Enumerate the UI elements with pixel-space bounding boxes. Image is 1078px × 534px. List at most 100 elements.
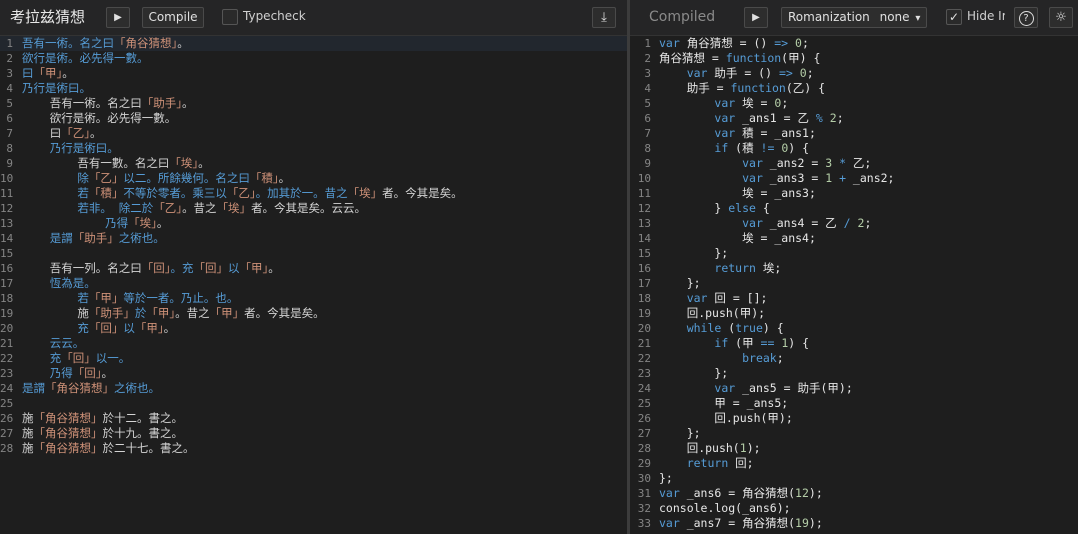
- code-line[interactable]: 18 var 回 = [];: [630, 291, 1078, 306]
- code-line[interactable]: 32 console.log(_ans6);: [630, 501, 1078, 516]
- code-line[interactable]: 21 云云。: [0, 336, 627, 351]
- code-token: 於十二。書之。: [102, 411, 184, 425]
- code-line[interactable]: 16 吾有一列。名之曰「回」。充「回」以「甲」。: [0, 261, 627, 276]
- code-line[interactable]: 27 };: [630, 426, 1078, 441]
- line-number: 27: [637, 427, 651, 440]
- code-line[interactable]: 14 埃 = _ans4;: [630, 231, 1078, 246]
- typecheck-checkbox[interactable]: [222, 9, 238, 25]
- code-text: 曰「甲」。: [22, 66, 74, 81]
- code-line[interactable]: 25 甲 = _ans5;: [630, 396, 1078, 411]
- code-line[interactable]: 8 乃行是術曰。: [0, 141, 627, 156]
- code-token: };: [659, 366, 729, 380]
- code-line[interactable]: 12 } else {: [630, 201, 1078, 216]
- download-button[interactable]: ⤓: [592, 7, 616, 28]
- code-line[interactable]: 19 施「助手」於「甲」。昔之「甲」者。今其是矣。: [0, 306, 627, 321]
- code-line[interactable]: 19 回.push(甲);: [630, 306, 1078, 321]
- code-line[interactable]: 16 return 埃;: [630, 261, 1078, 276]
- code-token: 「甲」: [146, 306, 176, 320]
- code-line[interactable]: 28 回.push(1);: [630, 441, 1078, 456]
- code-line[interactable]: 22 充「回」以一。: [0, 351, 627, 366]
- code-line[interactable]: 26 回.push(甲);: [630, 411, 1078, 426]
- code-line[interactable]: 1 var 角谷猜想 = () => 0;: [630, 36, 1078, 51]
- code-token: 回 = [];: [707, 291, 768, 305]
- code-text: 回.push(甲);: [659, 411, 792, 426]
- source-editor[interactable]: 1 吾有一術。名之曰「角谷猜想」。 2 欲行是術。必先得一數。 3 曰「甲」。 4 乃行是術曰…: [0, 36, 627, 534]
- code-line[interactable]: 10 除「乙」以二。所餘幾何。名之曰「積」。: [0, 171, 627, 186]
- code-line[interactable]: 23 乃得「回」。: [0, 366, 627, 381]
- code-token: 。: [62, 66, 74, 80]
- code-line[interactable]: 26 施「角谷猜想」於十二。書之。: [0, 411, 627, 426]
- code-line[interactable]: 7 var 積 = _ans1;: [630, 126, 1078, 141]
- file-title[interactable]: 考拉兹猜想: [10, 7, 85, 28]
- code-line[interactable]: 5 var 埃 = 0;: [630, 96, 1078, 111]
- code-token: ) {: [788, 336, 810, 350]
- code-line[interactable]: 8 if (積 != 0) {: [630, 141, 1078, 156]
- code-line[interactable]: 4 助手 = function(乙) {: [630, 81, 1078, 96]
- code-line[interactable]: 27 施「角谷猜想」於十九。書之。: [0, 426, 627, 441]
- code-token: if: [714, 141, 729, 155]
- code-line[interactable]: 30};: [630, 471, 1078, 486]
- help-button[interactable]: ?: [1014, 7, 1038, 28]
- run-button[interactable]: ▶: [106, 7, 130, 28]
- code-line[interactable]: 24 是謂「角谷猜想」之術也。: [0, 381, 627, 396]
- code-line[interactable]: 5 吾有一術。名之曰「助手」。: [0, 96, 627, 111]
- code-line[interactable]: 3 曰「甲」。: [0, 66, 627, 81]
- code-line[interactable]: 17 恆為是。: [0, 276, 627, 291]
- typecheck-label[interactable]: Typecheck: [243, 7, 306, 28]
- code-line[interactable]: 12 若非。 除二於「乙」。昔之「埃」者。今其是矣。云云。: [0, 201, 627, 216]
- code-line[interactable]: 9 吾有一數。名之曰「埃」。: [0, 156, 627, 171]
- code-text: };: [659, 366, 728, 381]
- code-token: 以二。所餘幾何。名之曰: [123, 171, 250, 185]
- code-token: 積 = _ans1;: [735, 126, 816, 140]
- code-token: (: [721, 321, 736, 335]
- code-line[interactable]: 2 角谷猜想 = function(甲) {: [630, 51, 1078, 66]
- code-token: var: [659, 486, 680, 500]
- code-token: 助手 = (): [707, 66, 779, 80]
- romanization-select[interactable]: Romanization none ▾: [781, 7, 927, 28]
- code-line[interactable]: 17 };: [630, 276, 1078, 291]
- code-line[interactable]: 20 充「回」以「甲」。: [0, 321, 627, 336]
- hide-imports-label[interactable]: Hide Ir: [967, 7, 1005, 28]
- code-line[interactable]: 15: [0, 246, 627, 261]
- code-line[interactable]: 20 while (true) {: [630, 321, 1078, 336]
- code-line[interactable]: 13 乃得「埃」。: [0, 216, 627, 231]
- code-line[interactable]: 21 if (甲 == 1) {: [630, 336, 1078, 351]
- code-token: _ans5 = 助手(甲);: [735, 381, 853, 395]
- code-line[interactable]: 2 欲行是術。必先得一數。: [0, 51, 627, 66]
- code-token: 「回」: [88, 321, 124, 335]
- code-line[interactable]: 25: [0, 396, 627, 411]
- compiled-editor[interactable]: 1 var 角谷猜想 = () => 0; 2 角谷猜想 = function(甲) …: [630, 36, 1078, 534]
- code-line[interactable]: 24 var _ans5 = 助手(甲);: [630, 381, 1078, 396]
- line-number: 8: [6, 142, 13, 155]
- compile-button[interactable]: Compile: [142, 7, 204, 28]
- code-line[interactable]: 31 var _ans6 = 角谷猜想(12);: [630, 486, 1078, 501]
- code-text: var 助手 = () => 0;: [659, 66, 814, 81]
- hide-imports-checkbox[interactable]: ✓: [946, 9, 962, 25]
- code-line[interactable]: 28 施「角谷猜想」於二十七。書之。: [0, 441, 627, 456]
- code-line[interactable]: 7 曰「乙」。: [0, 126, 627, 141]
- code-line[interactable]: 22 break;: [630, 351, 1078, 366]
- code-line[interactable]: 1 吾有一術。名之曰「角谷猜想」。: [0, 36, 627, 51]
- run-compiled-button[interactable]: ▶: [744, 7, 768, 28]
- code-line[interactable]: 14 是謂「助手」之術也。: [0, 231, 627, 246]
- code-line[interactable]: 23 };: [630, 366, 1078, 381]
- line-number: 14: [0, 232, 14, 245]
- code-line[interactable]: 6 欲行是術。必先得一數。: [0, 111, 627, 126]
- code-line[interactable]: 10 var _ans3 = 1 + _ans2;: [630, 171, 1078, 186]
- code-line[interactable]: 11 若「積」不等於零者。乘三以「乙」。加其於一。昔之「埃」者。今其是矣。: [0, 186, 627, 201]
- code-line[interactable]: 6 var _ans1 = 乙 % 2;: [630, 111, 1078, 126]
- code-line[interactable]: 13 var _ans4 = 乙 / 2;: [630, 216, 1078, 231]
- code-line[interactable]: 4 乃行是術曰。: [0, 81, 627, 96]
- code-line[interactable]: 15 };: [630, 246, 1078, 261]
- code-line[interactable]: 11 埃 = _ans3;: [630, 186, 1078, 201]
- theme-button[interactable]: ☼: [1049, 7, 1073, 28]
- code-line[interactable]: 9 var _ans2 = 3 * 乙;: [630, 156, 1078, 171]
- code-line[interactable]: 18 若「甲」等於一者。乃止。也。: [0, 291, 627, 306]
- code-token: ;: [864, 216, 872, 230]
- code-line[interactable]: 29 return 回;: [630, 456, 1078, 471]
- code-line[interactable]: 33 var _ans7 = 角谷猜想(19);: [630, 516, 1078, 531]
- code-line[interactable]: 3 var 助手 = () => 0;: [630, 66, 1078, 81]
